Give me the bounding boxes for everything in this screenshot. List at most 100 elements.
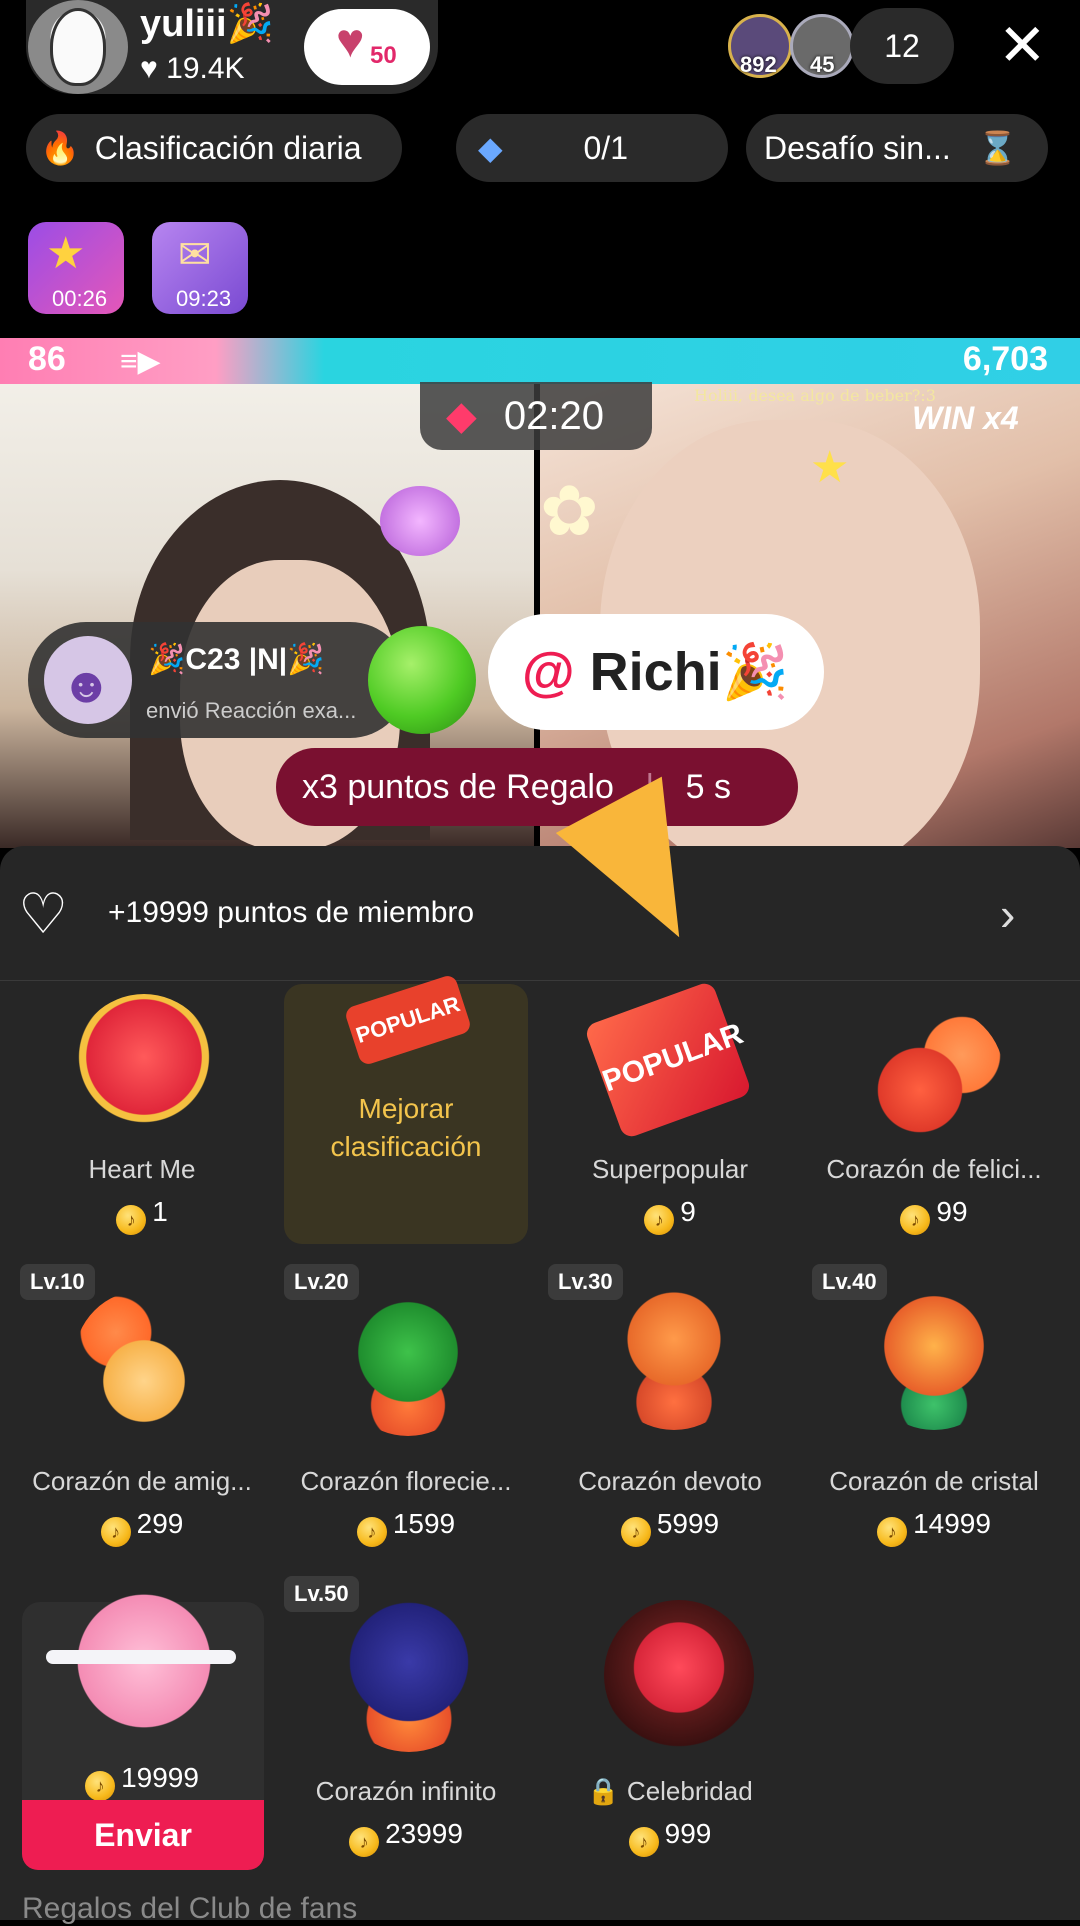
gift-price-friendship-heart: ♪ 299 xyxy=(10,1508,274,1547)
gift-price-celebrity: ♪ 999 xyxy=(538,1818,802,1857)
gift-price-blooming-heart: ♪ 1599 xyxy=(274,1508,538,1547)
devoted-heart-gift-icon[interactable] xyxy=(604,1290,744,1430)
battle-timer: ◆ 02:20 xyxy=(420,382,652,450)
level-badge: Lv.50 xyxy=(284,1576,359,1612)
fire-icon: 🔥 xyxy=(40,130,80,166)
top-viewer-score-1: 892 xyxy=(740,52,777,77)
top-viewer-score-2: 45 xyxy=(810,52,835,77)
challenge-pill[interactable]: Desafío sin... ⌛ xyxy=(746,114,1048,182)
gift-price-heart-me: ♪ 1 xyxy=(10,1196,274,1235)
fan-club-level: 50 xyxy=(370,42,397,69)
treasure-timer-1: 00:26 xyxy=(52,286,108,311)
challenge-label: Desafío sin... xyxy=(764,130,951,166)
celebrity-gift-icon[interactable] xyxy=(604,1600,754,1750)
divider xyxy=(0,980,1080,981)
gift-price-infinite-heart: ♪ 23999 xyxy=(274,1818,538,1857)
gift-price-devoted-heart: ♪ 5999 xyxy=(538,1508,802,1547)
gift-name-friendship-heart: Corazón de amig... xyxy=(32,1466,252,1496)
gift-name-happiness-heart: Corazón de felici... xyxy=(826,1154,1042,1184)
gift-name-devoted-heart: Corazón devoto xyxy=(578,1466,762,1496)
coin-icon: ♪ xyxy=(100,1517,131,1547)
points-label: x3 puntos de Regalo xyxy=(302,768,614,806)
gift-price-plane-heart: ♪ 19999 xyxy=(10,1762,274,1801)
price-value: 99 xyxy=(936,1196,968,1227)
gift-name-blooming-heart: Corazón florecie... xyxy=(300,1466,512,1496)
progress-label: 0/1 xyxy=(583,130,628,166)
sender-avatar[interactable]: ☻ xyxy=(44,636,132,724)
chevron-right-icon[interactable]: › xyxy=(1000,886,1015,942)
coin-icon: ♪ xyxy=(356,1517,387,1547)
level-badge: Lv.40 xyxy=(812,1264,887,1300)
gift-price-happiness-heart: ♪ 99 xyxy=(802,1196,1066,1235)
gift-name-superpopular: Superpopular xyxy=(591,1154,749,1184)
mention-name: Richi🎉 xyxy=(574,642,789,702)
battle-score-left: 86 xyxy=(28,340,66,378)
price-value: 1 xyxy=(152,1196,168,1227)
coin-icon: ♪ xyxy=(349,1827,380,1857)
price-value: 999 xyxy=(664,1818,712,1849)
send-button[interactable]: Enviar xyxy=(22,1800,264,1870)
fans-section-title: Regalos del Club de fans xyxy=(22,1892,358,1925)
gift-price-crystal-heart: ♪ 14999 xyxy=(802,1508,1066,1547)
hourglass-icon: ⌛ xyxy=(977,130,1018,166)
gift-points-banner: x3 puntos de Regalo | 5 s xyxy=(276,748,798,826)
win-streak: WIN x4 xyxy=(912,400,1019,436)
fan-club-button[interactable] xyxy=(304,9,430,85)
crystal-heart-gift-icon[interactable] xyxy=(864,1290,1004,1430)
battle-score-right: 6,703 xyxy=(962,340,1048,378)
ribbon-icon: ✉ xyxy=(178,233,212,277)
ghost-icon: ☻ xyxy=(60,657,113,713)
mention-bubble: @ Richi🎉 xyxy=(488,614,824,730)
coin-icon: ♪ xyxy=(900,1205,931,1235)
gift-name-crystal-heart: Corazón de cristal xyxy=(829,1466,1039,1496)
battle-timer-value: 02:20 xyxy=(503,394,604,438)
host-likes: ♥ 19.4K xyxy=(140,52,245,85)
price-value: 9 xyxy=(680,1196,696,1227)
close-icon[interactable]: ✕ xyxy=(998,14,1047,78)
level-badge: Lv.20 xyxy=(284,1264,359,1300)
daily-rank-pill[interactable]: 🔥 Clasificación diaria xyxy=(26,114,402,182)
happiness-heart-gift-icon[interactable] xyxy=(864,1006,1004,1146)
price-value: 299 xyxy=(136,1508,184,1539)
speed-arrow-icon: ≡▶ xyxy=(120,345,161,378)
infinite-heart-gift-icon[interactable] xyxy=(334,1602,484,1752)
gift-name-heart-me: Heart Me xyxy=(88,1154,196,1184)
flower-icon: ✿ xyxy=(540,472,599,550)
points-time: 5 s xyxy=(685,768,732,806)
celebrity-label: Celebridad xyxy=(626,1776,753,1806)
gift-name-celebrity: 🔒 Celebridad xyxy=(538,1776,802,1807)
airplane-icon xyxy=(46,1650,236,1664)
floating-heart-sticker xyxy=(380,486,460,556)
member-heart-icon: ♡ xyxy=(18,882,69,945)
level-badge: Lv.30 xyxy=(548,1264,623,1300)
video-caption: Holiii, desea algo de beber?:3 xyxy=(694,386,936,405)
mention-at: @ xyxy=(522,642,575,702)
friendship-heart-gift-icon[interactable] xyxy=(74,1290,214,1430)
battle-icon: ◆ xyxy=(446,394,477,438)
price-value: 5999 xyxy=(656,1508,720,1539)
progress-pill[interactable]: ◆ 0/1 xyxy=(456,114,728,182)
crystal-icon: ◆ xyxy=(478,130,503,166)
price-value: 1599 xyxy=(392,1508,456,1539)
gift-name-infinite-heart: Corazón infinito xyxy=(315,1776,497,1806)
coin-icon: ♪ xyxy=(85,1771,116,1801)
boost-label: Mejorar clasificación xyxy=(330,1093,482,1162)
star-icon: ★ xyxy=(46,229,86,278)
price-value: 14999 xyxy=(913,1508,991,1539)
sender-name: 🎉C23 |N|🎉 xyxy=(148,643,325,676)
member-points-text[interactable]: +19999 puntos de miembro xyxy=(108,896,474,930)
coin-icon: ♪ xyxy=(628,1827,659,1857)
blooming-heart-gift-icon[interactable] xyxy=(338,1296,478,1436)
coin-icon: ♪ xyxy=(116,1205,147,1235)
lock-icon: 🔒 xyxy=(587,1776,620,1806)
price-value: 23999 xyxy=(385,1818,463,1849)
coin-icon: ♪ xyxy=(620,1517,651,1547)
level-badge: Lv.10 xyxy=(20,1264,95,1300)
host-name: yuliii🎉 xyxy=(140,3,274,45)
viewer-count[interactable]: 12 xyxy=(850,8,954,84)
sender-message: envió Reacción exa... xyxy=(146,698,357,723)
coin-icon: ♪ xyxy=(644,1205,675,1235)
star-crown-icon: ★ xyxy=(810,443,850,492)
heart-me-gift-icon[interactable] xyxy=(74,994,214,1134)
host-avatar-egg xyxy=(50,8,106,86)
